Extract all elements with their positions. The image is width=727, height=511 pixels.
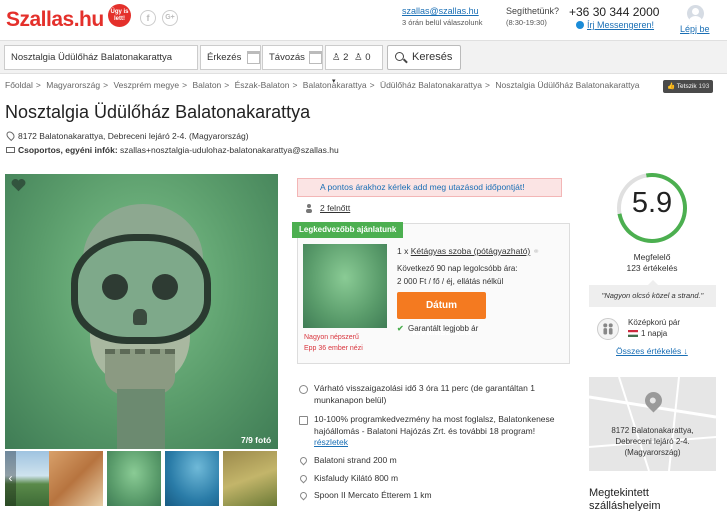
groups-label: Csoportos, egyéni infók: [18,145,118,155]
breadcrumb-item[interactable]: Főoldal [5,80,33,90]
destination-input[interactable]: Nosztalgia Üdülőház Balatonakarattya [4,45,198,70]
location-pin-icon [298,473,309,484]
search-button[interactable]: Keresés [387,45,461,70]
person-icon [306,204,312,213]
envelope-icon [6,147,15,153]
map-address: 8172 Balatonakarattya, Debreceni lejáró … [611,426,694,457]
thumbnail[interactable] [223,451,277,506]
program-discount: 10-100% programkedvezmény ha most foglal… [314,414,564,449]
like-button[interactable]: 👍 Tetszik 193 [663,80,714,93]
couple-icon [597,318,619,340]
review-quote: "Nagyon olcsó közel a strand." [589,285,716,307]
breadcrumb-item[interactable]: Veszprém megye [113,80,179,90]
price-value: 2 000 Ft / fő / éj, ellátás nélkül [397,277,504,286]
photo-counter: 7/9 fotó [241,435,272,445]
messenger-link[interactable]: Írj Messengeren! [587,20,654,30]
thumbnail[interactable] [107,451,161,506]
offer-thumbnail[interactable] [303,244,387,328]
phone-number[interactable]: +36 30 344 2000 [569,5,659,19]
messenger-icon [576,21,584,29]
adults-count: 2 [343,52,349,63]
diving-mask [71,234,211,344]
help-question: Segíthetünk? [506,6,560,16]
contact-email-link[interactable]: szallas@szallas.hu [402,6,479,16]
google-plus-icon[interactable]: G+ [162,10,178,26]
calendar-icon [309,51,322,64]
logo-badge: Úgy is lett! [108,4,131,27]
like-label: Tetszik [676,83,697,90]
price-label: Következő 90 nap legolcsóbb ára: [397,264,518,273]
location-pin-icon [4,129,17,142]
guests-selector[interactable]: ♙ 2 ♙ 0 ▾ [325,45,383,85]
breadcrumb-item-current: Nosztalgia Üdülőház Balatonakarattya [495,80,640,90]
all-reviews-link[interactable]: Összes értékelés ↓ [616,346,688,356]
details-link[interactable]: részletek [314,437,348,447]
breadcrumb-item[interactable]: Üdülőház Balatonakarattya [380,80,482,90]
checkin-input[interactable]: Érkezés [200,45,261,70]
recently-viewed-heading: Megtekintett szálláshelyeim [589,487,661,511]
child-icon: ♙ [354,52,363,63]
review-age: 1 napja [641,329,668,338]
breadcrumb-item[interactable]: Balaton [192,80,221,90]
discount-tag-icon [299,416,308,425]
adult-icon: ♙ [332,52,341,63]
breadcrumb-item[interactable]: Magyarország [46,80,100,90]
breadcrumb: Főoldal > Magyarország > Veszprém megye > B… [5,80,640,90]
login-link[interactable]: Lépj be [680,24,710,34]
response-time: Várható visszaigazolási idő 3 óra 11 per… [314,383,535,405]
clock-icon [299,385,308,394]
room-line: 1 x Kétágyas szoba (pótágyazható) ⚭ [397,246,540,257]
groups-info: Csoportos, egyéni infók: szallas+nosztal… [18,145,339,155]
best-offer-ribbon: Legkedvezőbb ajánlatunk [292,222,404,238]
room-info-icon: ⚭ [532,246,540,256]
rating-score: 5.9 [631,187,673,219]
main-photo[interactable] [5,174,278,449]
like-count: 193 [698,83,710,90]
search-button-label: Keresés [412,51,453,63]
reviewer-type: Középkorú pár [628,318,681,327]
checkout-placeholder: Távozás [269,52,305,63]
viewers-label: Epp 36 ember nézi [304,345,363,352]
user-avatar-icon[interactable] [687,5,704,22]
property-address: 8172 Balatonakarattya, Debreceni lejáró … [18,131,249,141]
location-pin-icon [298,455,309,466]
room-name-link[interactable]: Kétágyas szoba (pótágyazható) [411,246,531,256]
children-count: 0 [365,52,371,63]
thumbs-up-icon: 👍 [667,83,676,90]
search-icon [395,52,404,61]
poi-item: Balatoni strand 200 m [314,455,397,465]
best-price-guarantee: Garantált legjobb ár [408,324,479,333]
rating-count: 123 értékelés [626,263,678,273]
guests-link[interactable]: 2 felnőtt [320,203,350,213]
top-bar: Szallas.hu Úgy is lett! f G+ szallas@sza… [0,0,727,40]
search-bar: Nosztalgia Üdülőház Balatonakarattya Érk… [0,40,727,85]
groups-email[interactable]: szallas+nosztalgia-udulohaz-balatonakara… [120,145,339,155]
location-pin-icon [298,490,309,501]
popularity-label: Nagyon népszerű [304,334,359,341]
email-response-note: 3 órán belül válaszolunk [402,18,483,27]
thumbnail-strip [5,451,278,506]
facebook-icon[interactable]: f [140,10,156,26]
breadcrumb-item[interactable]: Balatonakarattya [303,80,367,90]
thumbnail-prev-button[interactable]: ‹ [5,451,16,506]
poi-item: Kisfaludy Kilátó 800 m [314,473,399,483]
select-date-button[interactable]: Dátum kiválasztása [397,292,486,338]
date-warning[interactable]: A pontos árakhoz kérlek add meg utazásod… [297,178,562,197]
check-icon: ✔ [397,324,404,333]
poi-item: Spoon II Mercato Étterem 1 km [314,490,432,500]
breadcrumb-item[interactable]: Észak-Balaton [235,80,290,90]
thumbnail[interactable] [165,451,219,506]
checkout-input[interactable]: Távozás [262,45,323,70]
checkin-placeholder: Érkezés [207,52,242,63]
calendar-icon [247,51,260,64]
favorite-heart-icon[interactable] [11,178,26,192]
program-discount-text: 10-100% programkedvezmény ha most foglal… [314,414,555,436]
room-qty: 1 x [397,246,409,256]
hungary-flag-icon [628,330,638,337]
page-title: Nosztalgia Üdülőház Balatonakarattya [5,102,311,122]
rating-label: Megfelelő [633,252,671,262]
help-hours: (8:30-19:30) [506,18,547,27]
thumbnail[interactable] [49,451,103,506]
logo[interactable]: Szallas.hu [6,8,104,32]
